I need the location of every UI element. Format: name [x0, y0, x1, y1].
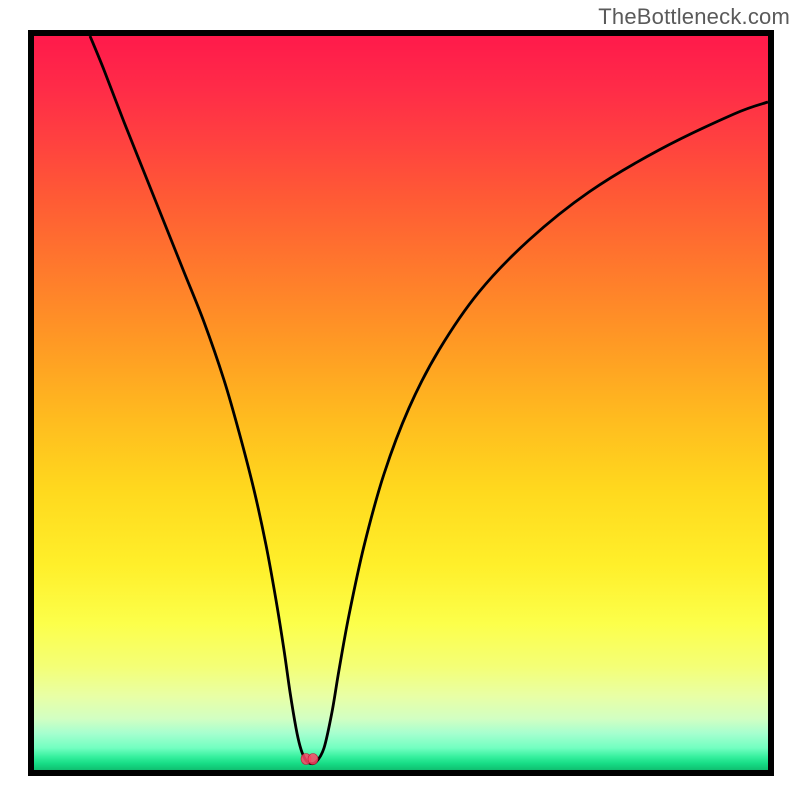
plot-border [28, 30, 774, 776]
plot-area [34, 36, 768, 770]
watermark: TheBottleneck.com [598, 4, 790, 30]
curve-layer [34, 36, 768, 770]
chart-stage: TheBottleneck.com [0, 0, 800, 800]
selected-point-marker [301, 754, 318, 765]
marker-dot-right [308, 754, 318, 765]
curve-path [90, 36, 768, 764]
